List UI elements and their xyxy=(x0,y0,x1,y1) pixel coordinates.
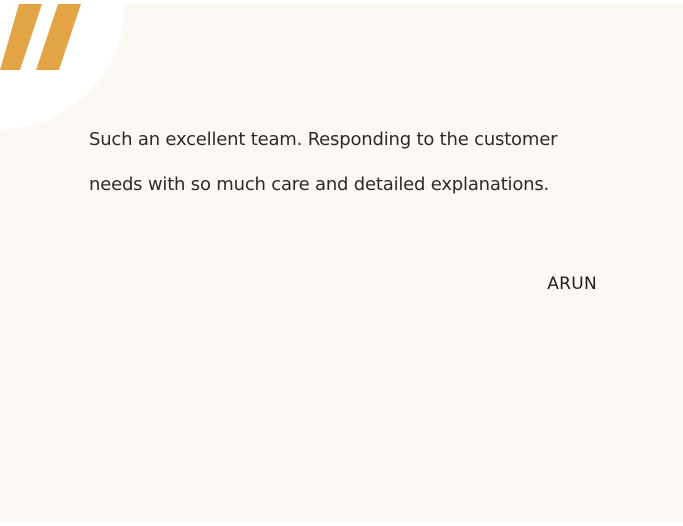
testimonial-author: ARUN xyxy=(547,274,597,294)
testimonial-quote: Such an excellent team. Responding to th… xyxy=(89,129,558,195)
quote-icon xyxy=(0,4,81,70)
testimonial-card: Such an excellent team. Responding to th… xyxy=(0,4,683,522)
